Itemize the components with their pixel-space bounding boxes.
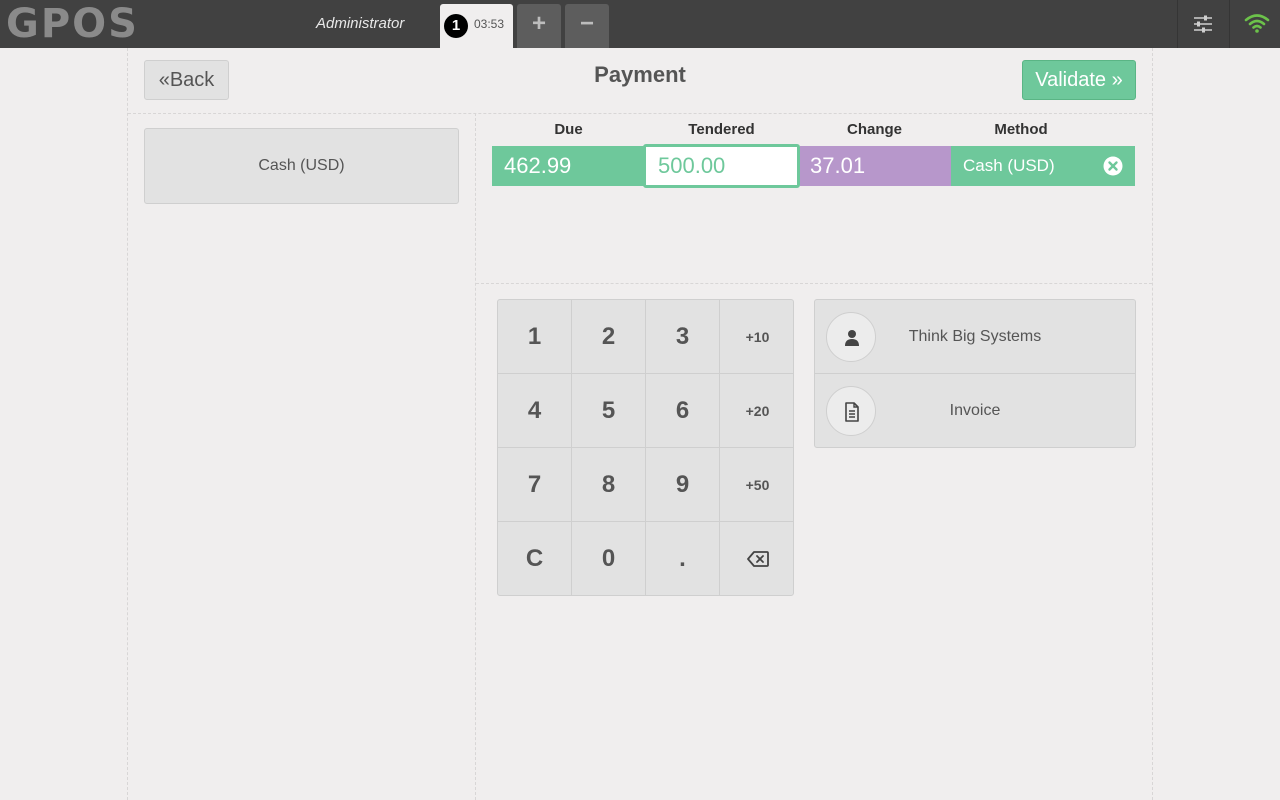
- validate-button[interactable]: Validate »: [1022, 60, 1136, 100]
- numpad: 1 2 3 +10 4 5 6 +20 7 8 9 +50 C 0 .: [497, 299, 794, 596]
- invoice-label: Invoice: [949, 402, 1001, 419]
- chevrons-left-icon: «: [158, 69, 170, 91]
- numpad-key-plus-20[interactable]: +20: [720, 374, 793, 448]
- layout-divider: [1152, 48, 1153, 800]
- numpad-key-7[interactable]: 7: [498, 448, 572, 522]
- back-label: Back: [169, 69, 215, 91]
- layout-divider: [127, 48, 128, 800]
- numpad-key-1[interactable]: 1: [498, 300, 572, 374]
- customer-icon-circle: [826, 312, 876, 362]
- numpad-key-plus-10[interactable]: +10: [720, 300, 793, 374]
- layout-divider: [128, 113, 1152, 114]
- document-icon: [845, 402, 859, 422]
- invoice-button[interactable]: Invoice: [815, 374, 1135, 447]
- column-header-tendered: Tendered: [688, 121, 755, 138]
- tendered-amount-field[interactable]: 500.00: [643, 144, 800, 188]
- page-title: Payment: [594, 62, 686, 87]
- validate-label: Validate: [1035, 69, 1107, 91]
- order-number-badge: 1: [444, 14, 468, 38]
- order-tab[interactable]: 1 03:53: [440, 4, 513, 48]
- numpad-key-0[interactable]: 0: [572, 522, 646, 595]
- numpad-key-plus-50[interactable]: +50: [720, 448, 793, 522]
- numpad-key-decimal[interactable]: .: [646, 522, 720, 595]
- app-logo: GPOS: [6, 1, 139, 47]
- column-header-due: Due: [554, 121, 583, 138]
- sliders-icon[interactable]: [1192, 14, 1214, 34]
- layout-divider: [476, 283, 1152, 284]
- numpad-key-6[interactable]: 6: [646, 374, 720, 448]
- payment-options-panel: Think Big Systems Invoice: [814, 299, 1136, 448]
- customer-name: Think Big Systems: [908, 328, 1042, 345]
- top-bar: GPOS Administrator 1 03:53 + −: [0, 0, 1280, 48]
- column-header-change: Change: [846, 121, 902, 138]
- numpad-key-clear[interactable]: C: [498, 522, 572, 595]
- numpad-key-4[interactable]: 4: [498, 374, 572, 448]
- header-divider: [1229, 0, 1230, 48]
- column-header-method: Method: [994, 121, 1048, 138]
- numpad-key-backspace[interactable]: [720, 522, 793, 595]
- back-button[interactable]: «Back: [144, 60, 229, 100]
- chevrons-right-icon: »: [1106, 69, 1123, 91]
- add-order-button[interactable]: +: [517, 4, 561, 48]
- set-customer-button[interactable]: Think Big Systems: [815, 300, 1135, 374]
- due-amount: 462.99: [492, 146, 645, 186]
- payment-method-cash-usd[interactable]: Cash (USD): [144, 128, 459, 204]
- layout-divider: [475, 113, 476, 800]
- backspace-icon: [746, 551, 769, 567]
- numpad-key-9[interactable]: 9: [646, 448, 720, 522]
- order-time: 03:53: [474, 17, 505, 31]
- numpad-key-8[interactable]: 8: [572, 448, 646, 522]
- change-amount: 37.01: [800, 146, 951, 186]
- close-circle-icon[interactable]: [1103, 156, 1123, 176]
- user-icon: [845, 330, 859, 346]
- numpad-key-2[interactable]: 2: [572, 300, 646, 374]
- wifi-icon[interactable]: [1244, 12, 1270, 34]
- invoice-icon-circle: [826, 386, 876, 436]
- username-label[interactable]: Administrator: [316, 15, 404, 32]
- numpad-key-3[interactable]: 3: [646, 300, 720, 374]
- numpad-key-5[interactable]: 5: [572, 374, 646, 448]
- remove-order-button[interactable]: −: [565, 4, 609, 48]
- header-divider: [1177, 0, 1178, 48]
